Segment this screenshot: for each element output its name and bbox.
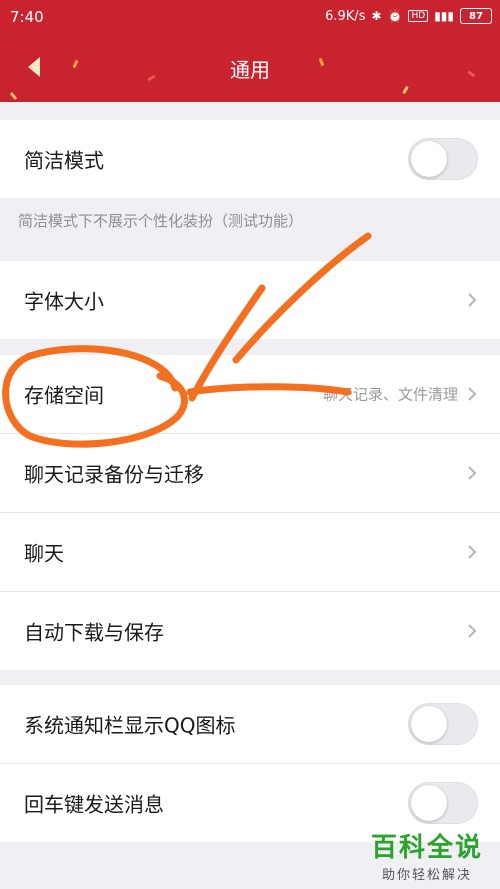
- font-size-label: 字体大小: [24, 289, 104, 314]
- simple-mode-group: 简洁模式: [0, 120, 500, 198]
- battery-indicator: 87: [460, 8, 492, 24]
- chat-backup-row[interactable]: 聊天记录备份与迁移: [0, 434, 500, 513]
- storage-hint: 聊天记录、文件清理: [322, 385, 458, 404]
- status-bar: 7:40 6.9K/s ✱ ⏰ HD ▮▮▮ 87: [0, 0, 500, 34]
- chevron-right-icon: [468, 293, 477, 307]
- simple-mode-label: 简洁模式: [24, 148, 104, 173]
- network-speed: 6.9K/s: [325, 8, 366, 24]
- page-title: 通用: [230, 58, 270, 82]
- status-time: 7:40: [10, 8, 44, 26]
- toggle-knob: [411, 785, 447, 821]
- simple-mode-row: 简洁模式: [0, 120, 500, 198]
- confetti-decoration: [402, 85, 409, 95]
- font-size-group: 字体大小: [0, 261, 500, 339]
- simple-mode-toggle[interactable]: [408, 138, 478, 180]
- signal-4g-icon: ▮▮▮: [434, 9, 454, 23]
- storage-row[interactable]: 存储空间 聊天记录、文件清理: [0, 355, 500, 434]
- chevron-right-icon: [468, 466, 477, 480]
- chevron-right-icon: [468, 624, 477, 638]
- watermark-title: 百科全说: [370, 833, 483, 863]
- chevron-right-icon: [468, 545, 477, 559]
- notification-group: 系统通知栏显示QQ图标 回车键发送消息: [0, 685, 500, 842]
- nav-bar: 通用: [0, 34, 500, 102]
- status-icons: 6.9K/s ✱ ⏰ HD ▮▮▮ 87: [325, 8, 492, 24]
- notify-icon-label: 系统通知栏显示QQ图标: [24, 713, 236, 738]
- confetti-decoration: [9, 91, 18, 101]
- auto-download-label: 自动下载与保存: [24, 620, 164, 645]
- notify-icon-row: 系统通知栏显示QQ图标: [0, 685, 500, 764]
- chat-backup-label: 聊天记录备份与迁移: [24, 462, 204, 487]
- bluetooth-icon: ✱: [371, 9, 382, 23]
- chat-row[interactable]: 聊天: [0, 513, 500, 592]
- storage-label: 存储空间: [24, 383, 104, 408]
- storage-chat-group: 存储空间 聊天记录、文件清理 聊天记录备份与迁移 聊天 自动下载与保存: [0, 355, 500, 670]
- font-size-row[interactable]: 字体大小: [0, 261, 500, 339]
- toggle-knob: [411, 706, 447, 742]
- notify-icon-toggle[interactable]: [408, 703, 478, 745]
- chat-label: 聊天: [24, 541, 64, 566]
- alarm-icon: ⏰: [387, 9, 403, 23]
- chevron-right-icon: [468, 387, 477, 401]
- auto-download-row[interactable]: 自动下载与保存: [0, 592, 500, 670]
- hd-icon: HD: [408, 10, 429, 22]
- simple-mode-note: 简洁模式下不展示个性化装扮（测试功能）: [18, 212, 304, 230]
- watermark: 百科全说 助你轻松解决: [362, 827, 492, 883]
- toggle-knob: [411, 141, 447, 177]
- enter-send-label: 回车键发送消息: [24, 792, 164, 817]
- enter-send-toggle[interactable]: [408, 782, 478, 824]
- watermark-subtitle: 助你轻松解决: [381, 868, 472, 883]
